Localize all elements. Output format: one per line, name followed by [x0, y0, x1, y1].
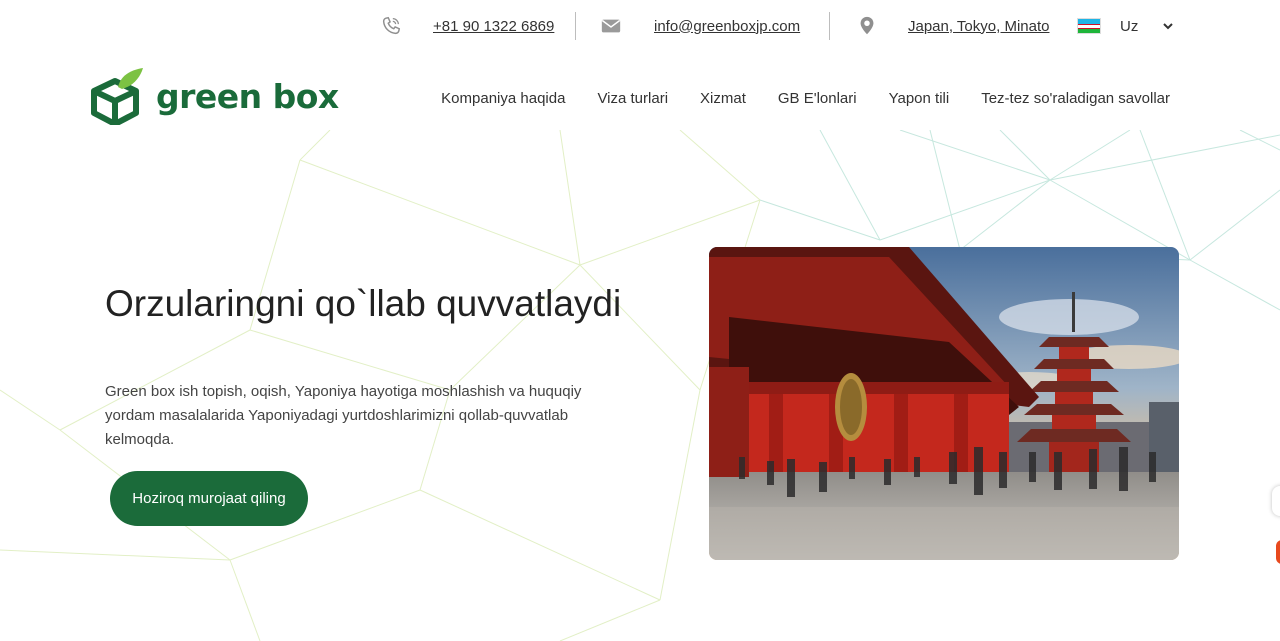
address-link[interactable]: Japan, Tokyo, Minato [908, 18, 1049, 35]
uzbekistan-flag-icon [1077, 18, 1101, 34]
green-box-logo-icon [91, 68, 143, 125]
side-widget-tab[interactable] [1272, 486, 1280, 516]
brand-logo[interactable]: green box [88, 66, 339, 126]
apply-now-button[interactable]: Hoziroq murojaat qiling [110, 471, 308, 526]
email-link[interactable]: info@greenboxjp.com [654, 18, 800, 35]
nav-item-visa-types[interactable]: Viza turlari [597, 90, 668, 107]
nav-item-announcements[interactable]: GB E'lonlari [778, 90, 857, 107]
nav-item-company[interactable]: Kompaniya haqida [441, 90, 565, 107]
nav-item-service[interactable]: Xizmat [700, 90, 746, 107]
mail-icon [600, 14, 622, 38]
language-selector[interactable]: Uz [1077, 14, 1174, 38]
main-navigation: Kompaniya haqida Viza turlari Xizmat GB … [441, 90, 1170, 107]
divider [829, 12, 830, 40]
divider [575, 12, 576, 40]
phone-icon [380, 14, 402, 38]
map-pin-icon [856, 14, 878, 38]
chevron-down-icon [1163, 23, 1174, 30]
hero-subtitle: Green box ish topish, oqish, Yaponiya ha… [105, 383, 582, 448]
hero-title: Orzularingni qo`llab quvvatlaydi [105, 283, 622, 324]
brand-name: green box [156, 76, 339, 116]
hero-temple-photo [709, 247, 1179, 560]
side-chat-tab[interactable] [1276, 540, 1280, 564]
nav-item-japanese-language[interactable]: Yapon tili [889, 90, 950, 107]
phone-link[interactable]: +81 90 1322 6869 [433, 18, 554, 35]
nav-item-faq[interactable]: Tez-tez so'raladigan savollar [981, 90, 1170, 107]
language-label: Uz [1120, 17, 1139, 35]
top-contact-bar: +81 90 1322 6869 info@greenboxjp.com Jap… [0, 0, 1280, 52]
